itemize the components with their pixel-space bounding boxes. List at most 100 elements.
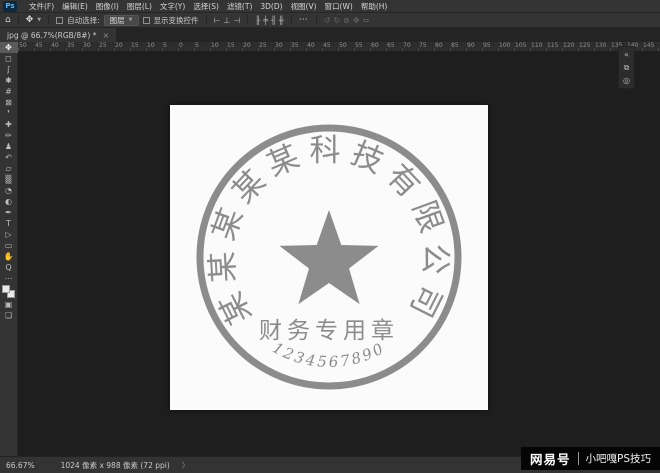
quick-mask-button[interactable]: ▣	[0, 299, 18, 310]
distribute-center-icon[interactable]: ╪	[263, 16, 268, 25]
chevron-down-icon: ▼	[129, 17, 133, 23]
tool-list: ✥◻ʃ✱#⊠❜✚✏♟↶▱▒◔◐✒T▷▭✋Q	[0, 42, 18, 273]
ruler-tick-label: 80	[434, 42, 450, 51]
expand-panels-icon[interactable]: «	[618, 48, 635, 61]
distribute-top-icon[interactable]: ╟	[255, 16, 260, 25]
watermark-brand: 网易号	[530, 449, 571, 468]
3d-pan-icon: ⊚	[343, 16, 350, 25]
hand-tool[interactable]: ✋	[0, 251, 18, 262]
ruler-tick-label: 65	[386, 42, 402, 51]
distribute-bottom-icon[interactable]: ╢	[271, 16, 276, 25]
move-tool-icon: ✥	[26, 15, 34, 25]
ruler-tick-label: 75	[418, 42, 434, 51]
document-info: 1024 像素 x 988 像素 (72 ppi)	[61, 460, 170, 471]
brush-tool[interactable]: ✏	[0, 130, 18, 141]
ruler-tick-label: 20	[242, 42, 258, 51]
ruler-tick-label: 25	[258, 42, 274, 51]
ruler-tick-label: 55	[354, 42, 370, 51]
photoshop-window: Ps 文件(F)编辑(E)图像(I)图层(L)文字(Y)选择(S)滤镜(T)3D…	[0, 0, 660, 473]
status-options-chevron[interactable]: 〉	[182, 460, 190, 471]
move-tool[interactable]: ✥	[0, 42, 18, 53]
ruler-tick-label: 15	[130, 42, 146, 51]
3d-roll-icon: ↻	[333, 16, 340, 25]
menu-window[interactable]: 窗口(W)	[321, 0, 357, 13]
color-swatches[interactable]	[0, 284, 18, 299]
dodge-tool[interactable]: ◐	[0, 196, 18, 207]
edit-toolbar-button[interactable]: ⋯	[0, 273, 18, 284]
eraser-tool[interactable]: ▱	[0, 163, 18, 174]
zoom-tool[interactable]: Q	[0, 262, 18, 273]
marquee-tool[interactable]: ◻	[0, 53, 18, 64]
ruler-tick-label: 130	[594, 42, 610, 51]
auto-select-checkbox[interactable]	[56, 17, 63, 24]
auto-select-target-dropdown[interactable]: 图层 ▼	[104, 15, 139, 26]
align-icons: ⊢⊥⊣	[214, 16, 241, 25]
horizontal-ruler: 5045403530252015105051015202530354045505…	[18, 42, 660, 52]
menu-type[interactable]: 文字(Y)	[156, 0, 189, 13]
menu-image[interactable]: 图像(I)	[92, 0, 123, 13]
ruler-tick-label: 90	[466, 42, 482, 51]
menu-edit[interactable]: 编辑(E)	[58, 0, 92, 13]
ruler-tick-label: 20	[114, 42, 130, 51]
menu-file[interactable]: 文件(F)	[25, 0, 58, 13]
align-center-icon[interactable]: ⊥	[223, 16, 230, 25]
ruler-tick-label: 25	[98, 42, 114, 51]
show-transform-checkbox[interactable]	[143, 17, 150, 24]
menu-layer[interactable]: 图层(L)	[123, 0, 156, 13]
3d-orbit-icon: ↺	[324, 16, 331, 25]
separator	[206, 15, 207, 25]
foreground-color-swatch[interactable]	[2, 285, 10, 293]
menu-select[interactable]: 选择(S)	[189, 0, 223, 13]
collapsed-panel-dock: «⧉◎	[618, 46, 635, 89]
menu-view[interactable]: 视图(V)	[287, 0, 321, 13]
align-left-icon[interactable]: ⊢	[214, 16, 221, 25]
history-brush-tool[interactable]: ↶	[0, 152, 18, 163]
ruler-tick-label: 5	[194, 42, 210, 51]
pen-tool[interactable]: ✒	[0, 207, 18, 218]
menu-filter[interactable]: 滤镜(T)	[223, 0, 256, 13]
type-tool[interactable]: T	[0, 218, 18, 229]
eyedropper-tool[interactable]: ❜	[0, 108, 18, 119]
align-right-icon[interactable]: ⊣	[233, 16, 240, 25]
path-selection-tool[interactable]: ▷	[0, 229, 18, 240]
ruler-tick-label: 45	[322, 42, 338, 51]
ruler-tick-label: 125	[578, 42, 594, 51]
shape-tool[interactable]: ▭	[0, 240, 18, 251]
menu-help[interactable]: 帮助(H)	[357, 0, 392, 13]
screen-mode-button[interactable]: ❏	[0, 310, 18, 321]
canvas-area[interactable]: 某某某某某科技有限公司 财务专用章 1234567890	[18, 52, 660, 456]
menu-3d[interactable]: 3D(D)	[256, 0, 286, 13]
seal-star	[280, 210, 379, 304]
watermark-divider	[578, 452, 579, 465]
photoshop-logo: Ps	[3, 1, 17, 12]
more-options-button[interactable]: ⋯	[299, 15, 309, 25]
color-panel-icon[interactable]: ⧉	[618, 61, 635, 74]
lasso-tool[interactable]: ʃ	[0, 64, 18, 75]
ruler-tick-label: 35	[66, 42, 82, 51]
ruler-tick-label: 45	[34, 42, 50, 51]
watermark: 网易号 小吧嘎PS技巧	[521, 447, 660, 470]
chevron-down-icon[interactable]: ▼	[37, 17, 41, 23]
close-icon[interactable]: ×	[102, 31, 109, 40]
document-tab[interactable]: jpg @ 66.7%(RGB/8#) * ×	[0, 28, 116, 42]
ruler-tick-label: 95	[482, 42, 498, 51]
document-canvas[interactable]: 某某某某某科技有限公司 财务专用章 1234567890	[170, 105, 488, 410]
crop-tool[interactable]: #	[0, 86, 18, 97]
distribute-icons: ╟╪╢╫	[255, 16, 283, 25]
magic-wand-tool[interactable]: ✱	[0, 75, 18, 86]
properties-panel-icon[interactable]: ◎	[618, 74, 635, 87]
clone-stamp-tool[interactable]: ♟	[0, 141, 18, 152]
zoom-level-field[interactable]: 66.67%	[6, 461, 35, 470]
home-icon[interactable]: ⌂	[5, 15, 11, 25]
blur-tool[interactable]: ◔	[0, 185, 18, 196]
ruler-tick-label: 5	[162, 42, 178, 51]
frame-tool[interactable]: ⊠	[0, 97, 18, 108]
separator	[18, 15, 19, 25]
ruler-tick-label: 85	[450, 42, 466, 51]
gradient-tool[interactable]: ▒	[0, 174, 18, 185]
distribute-even-icon[interactable]: ╫	[279, 16, 284, 25]
3d-mode-icons: ↺↻⊚✥⇔	[324, 16, 370, 25]
tool-options-bar: ⌂ ✥ ▼ 自动选择: 图层 ▼ 显示变换控件 ⊢⊥⊣ ╟╪╢╫ ⋯ ↺↻⊚✥⇔	[0, 13, 660, 28]
ruler-tick-label: 40	[306, 42, 322, 51]
healing-brush-tool[interactable]: ✚	[0, 119, 18, 130]
